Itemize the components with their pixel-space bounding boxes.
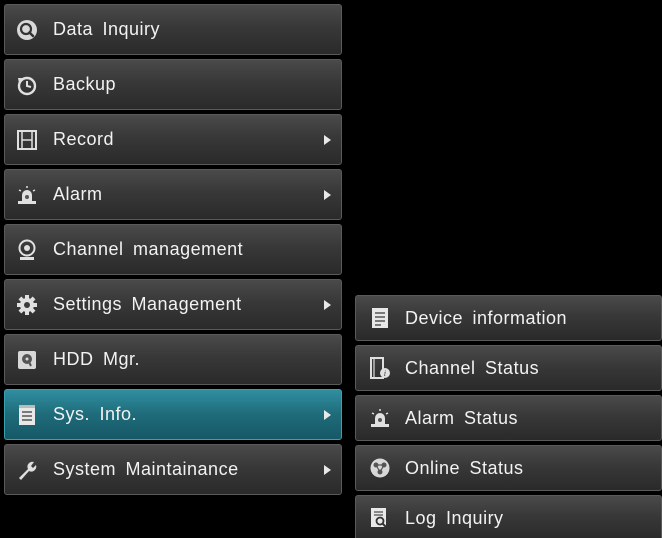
menu-item-backup[interactable]: Backup <box>4 59 342 110</box>
wrench-icon <box>16 459 38 481</box>
submenu-item-label: Device information <box>405 307 568 328</box>
hdd-icon <box>16 349 38 371</box>
sys-info-submenu: Device information i Channel Status Alar… <box>355 295 662 538</box>
film-icon <box>16 129 38 151</box>
alarm-siren-icon <box>369 407 391 429</box>
notepad-icon <box>16 404 38 426</box>
submenu-arrow-icon <box>324 189 331 200</box>
menu-item-sys-info[interactable]: Sys. Info. <box>4 389 342 440</box>
submenu-arrow-icon <box>324 409 331 420</box>
submenu-item-label: Online Status <box>405 457 524 478</box>
search-icon <box>16 19 38 41</box>
menu-item-label: Record <box>53 129 115 149</box>
menu-item-label: System Maintainance <box>53 459 239 479</box>
document-icon <box>369 307 391 329</box>
backup-clock-icon <box>16 74 38 96</box>
submenu-item-channel-status[interactable]: i Channel Status <box>355 345 662 391</box>
submenu-item-log-inquiry[interactable]: Log Inquiry <box>355 495 662 538</box>
submenu-arrow-icon <box>324 134 331 145</box>
submenu-item-label: Log Inquiry <box>405 507 504 528</box>
submenu-item-alarm-status[interactable]: Alarm Status <box>355 395 662 441</box>
submenu-item-device-information[interactable]: Device information <box>355 295 662 341</box>
menu-item-label: HDD Mgr. <box>53 349 141 369</box>
main-menu: Data Inquiry Backup Record Alarm Channel… <box>4 4 342 499</box>
menu-item-label: Sys. Info. <box>53 404 138 424</box>
camera-icon <box>16 239 38 261</box>
menu-item-system-maintainance[interactable]: System Maintainance <box>4 444 342 495</box>
submenu-arrow-icon <box>324 464 331 475</box>
menu-item-label: Alarm <box>53 184 103 204</box>
menu-item-channel-management[interactable]: Channel management <box>4 224 342 275</box>
menu-item-label: Backup <box>53 74 117 94</box>
svg-text:i: i <box>384 370 386 378</box>
gear-icon <box>16 294 38 316</box>
submenu-arrow-icon <box>324 299 331 310</box>
menu-item-label: Settings Management <box>53 294 242 314</box>
screen: Data Inquiry Backup Record Alarm Channel… <box>0 0 662 538</box>
menu-item-hdd-mgr[interactable]: HDD Mgr. <box>4 334 342 385</box>
channel-info-icon: i <box>369 357 391 379</box>
menu-item-data-inquiry[interactable]: Data Inquiry <box>4 4 342 55</box>
menu-item-record[interactable]: Record <box>4 114 342 165</box>
log-search-icon <box>369 507 391 529</box>
online-globe-icon <box>369 457 391 479</box>
menu-item-alarm[interactable]: Alarm <box>4 169 342 220</box>
submenu-item-online-status[interactable]: Online Status <box>355 445 662 491</box>
menu-item-settings-management[interactable]: Settings Management <box>4 279 342 330</box>
menu-item-label: Channel management <box>53 239 244 259</box>
alarm-siren-icon <box>16 184 38 206</box>
submenu-item-label: Alarm Status <box>405 407 519 428</box>
submenu-item-label: Channel Status <box>405 357 540 378</box>
menu-item-label: Data Inquiry <box>53 19 161 39</box>
